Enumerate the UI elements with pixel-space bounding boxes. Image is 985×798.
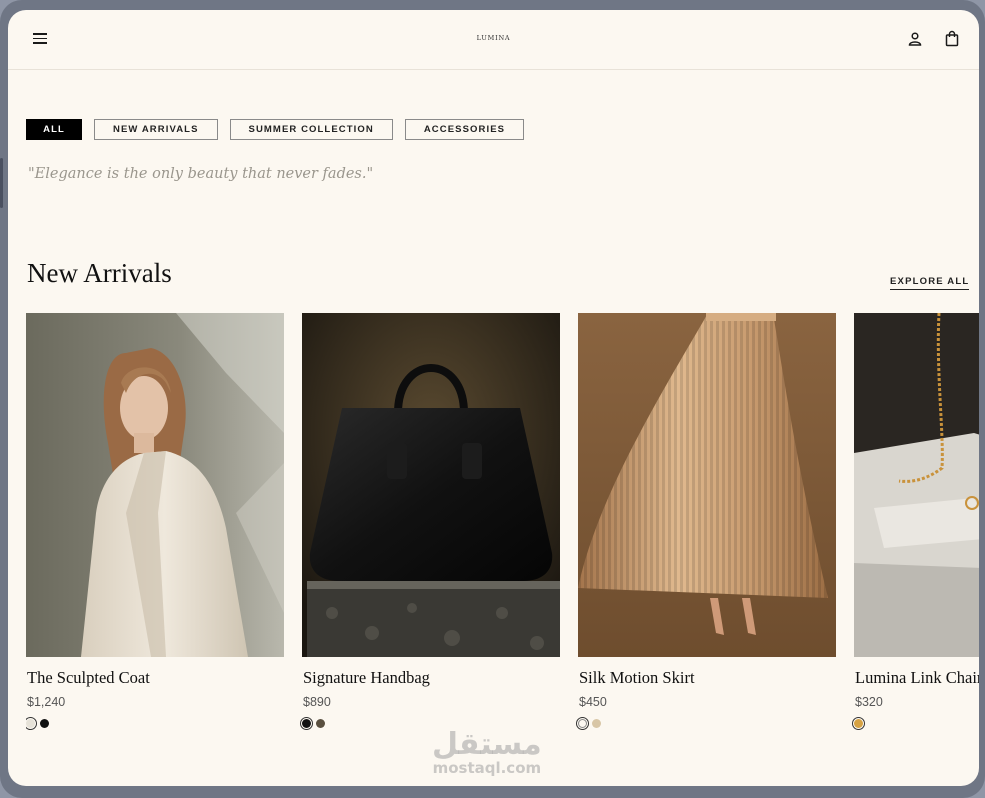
product-card[interactable]: Signature Handbag $890: [300, 313, 560, 730]
product-price: $1,240: [27, 695, 66, 709]
product-name[interactable]: Signature Handbag: [303, 668, 430, 688]
color-swatch[interactable]: [852, 717, 865, 730]
product-price: $450: [579, 695, 607, 709]
product-name[interactable]: Silk Motion Skirt: [579, 668, 695, 688]
product-name[interactable]: Lumina Link Chain: [855, 668, 979, 688]
color-swatches: [852, 717, 865, 730]
color-swatch[interactable]: [592, 719, 601, 728]
product-card[interactable]: Lumina Link Chain $320: [852, 313, 979, 730]
brand-quote: "Elegance is the only beauty that never …: [28, 166, 374, 182]
product-price: $890: [303, 695, 331, 709]
filter-new-arrivals[interactable]: NEW ARRIVALS: [94, 119, 218, 140]
product-image-handbag[interactable]: [302, 313, 560, 657]
product-card[interactable]: The Sculpted Coat $1,240: [26, 313, 284, 730]
product-image-skirt[interactable]: [578, 313, 836, 657]
filter-summer-collection[interactable]: SUMMER COLLECTION: [229, 119, 393, 140]
product-price: $320: [855, 695, 883, 709]
color-swatch[interactable]: [26, 717, 37, 730]
product-carousel: The Sculpted Coat $1,240 Signature Handb…: [26, 313, 979, 753]
screen: LUMINA ALL NEW ARRIVALS SUMMER COLLECTIO…: [8, 10, 979, 786]
color-swatch[interactable]: [40, 719, 49, 728]
color-swatch[interactable]: [316, 719, 325, 728]
category-filters: ALL NEW ARRIVALS SUMMER COLLECTION ACCES…: [26, 119, 525, 140]
watermark: مستقل mostaql.com: [432, 727, 542, 777]
explore-all-link[interactable]: EXPLORE ALL: [890, 276, 970, 290]
brand-logo[interactable]: LUMINA: [8, 34, 979, 42]
watermark-arabic: مستقل: [432, 727, 542, 762]
color-swatches: [576, 717, 601, 730]
product-card[interactable]: Silk Motion Skirt $450: [576, 313, 836, 730]
color-swatch[interactable]: [576, 717, 589, 730]
device-frame: LUMINA ALL NEW ARRIVALS SUMMER COLLECTIO…: [0, 0, 985, 798]
filter-all[interactable]: ALL: [26, 119, 82, 140]
user-icon[interactable]: [907, 31, 923, 47]
color-swatches: [26, 717, 49, 730]
section-title: New Arrivals: [27, 258, 172, 288]
color-swatches: [300, 717, 325, 730]
product-image-coat[interactable]: [26, 313, 284, 657]
site-header: LUMINA: [8, 10, 979, 70]
shopping-bag-icon[interactable]: [944, 30, 960, 47]
product-image-chain[interactable]: [854, 313, 979, 657]
product-name[interactable]: The Sculpted Coat: [27, 668, 150, 688]
device-side-button: [0, 158, 3, 208]
watermark-latin: mostaql.com: [432, 759, 542, 777]
color-swatch[interactable]: [300, 717, 313, 730]
filter-accessories[interactable]: ACCESSORIES: [404, 119, 525, 140]
